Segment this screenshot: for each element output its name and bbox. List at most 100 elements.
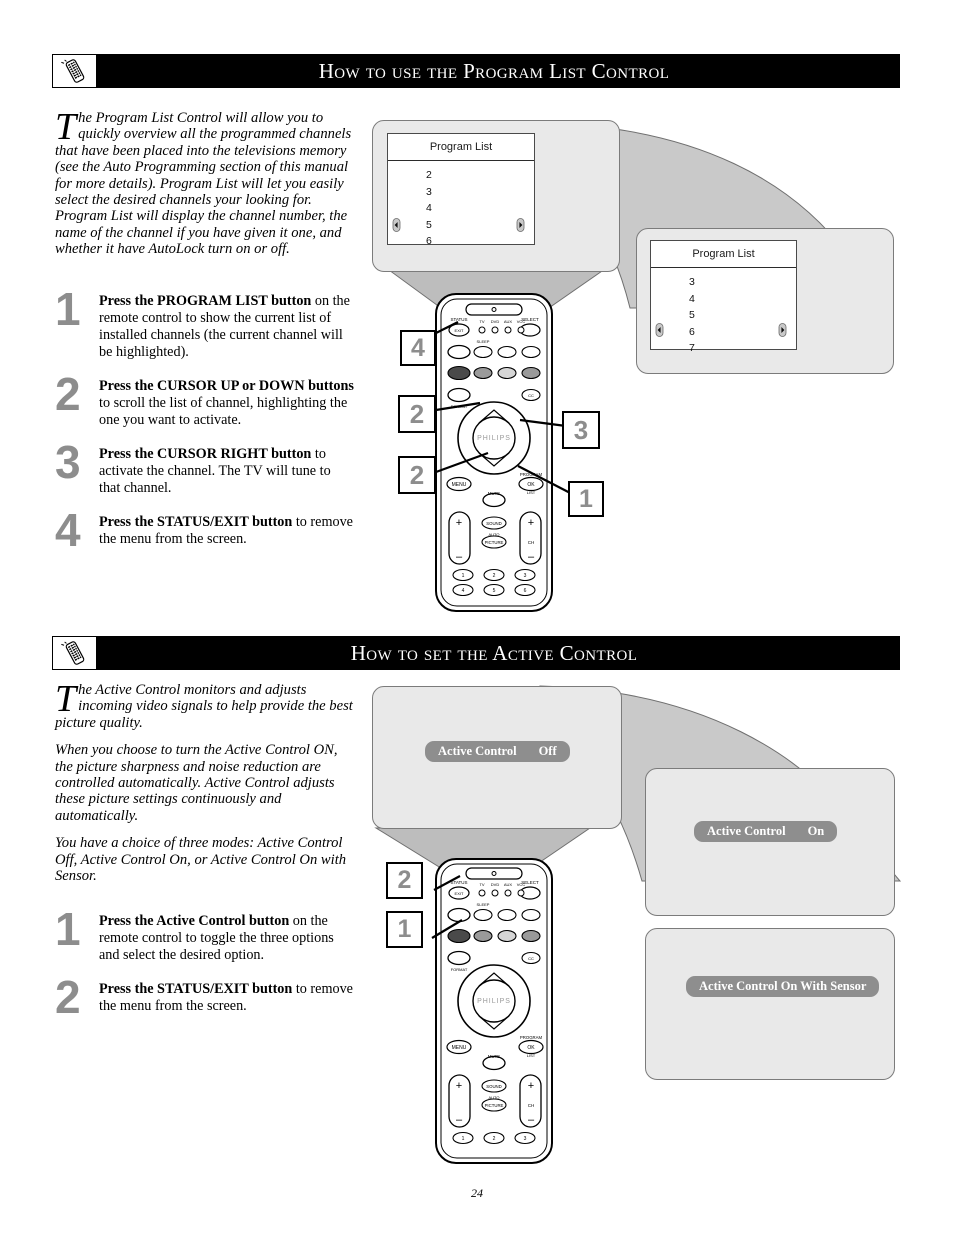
step-bold: Press the CURSOR UP or DOWN buttons [99,377,354,394]
osd-active-control-on: Active Control On [694,821,838,842]
step-bold: Press the STATUS/EXIT button [99,513,293,530]
channel-item: 3 [426,185,432,198]
osd-label: Active Control [707,824,786,838]
step-text: Press the Active Control button on the r… [99,913,355,964]
svg-text:–: – [528,1114,535,1126]
svg-text:PICTURE: PICTURE [485,1103,504,1108]
svg-text:MENU: MENU [452,1045,467,1051]
svg-text:OK: OK [527,1045,535,1051]
svg-text:LIST: LIST [527,1053,536,1058]
remote-keypad-lower-1 [432,605,556,625]
step-item: 1 Press the PROGRAM LIST button on the r… [55,286,355,361]
step-number: 2 [55,971,81,1024]
screen-title: Program List [651,241,796,268]
callout-2-down: 2 [398,456,436,494]
section-header-active-control: How to set the Active Control [52,636,900,670]
svg-text:4: 4 [462,588,465,594]
step-number: 1 [55,903,81,956]
step-item: 3 Press the CURSOR RIGHT button to activ… [55,439,355,497]
step-item: 2 Press the CURSOR UP or DOWN buttons to… [55,371,355,429]
body-paragraph: You have a choice of three modes: Active… [55,835,347,885]
step-item: 2 Press the STATUS/EXIT button to remove… [55,974,355,1023]
step-number: 3 [55,435,81,488]
svg-text:+: + [456,1080,462,1092]
step-text: Press the PROGRAM LIST button on the rem… [99,293,355,361]
drop-cap: T [55,106,77,148]
svg-text:CH: CH [528,1103,535,1108]
program-list-screen-2: Program List 3 4 5 6 7 [650,240,797,354]
callout-1-section2: 1 [386,911,423,948]
step-number: 4 [55,503,81,556]
channel-item: 7 [689,342,695,354]
cursor-left-icon [392,218,401,232]
svg-text:–: – [456,551,463,563]
svg-text:AUTO: AUTO [488,1095,499,1100]
step-item: 4 Press the STATUS/EXIT button to remove… [55,507,355,556]
program-list-screen-1: Program List 2 3 4 5 6 [387,133,535,247]
intro-text: he Program List Control will allow you t… [55,110,352,258]
step-number: 1 [55,282,81,335]
active-control-panel-off: Active Control Off [372,686,622,829]
active-control-panel-sensor: Active Control On With Sensor [645,928,895,1080]
section-header-program-list: How to use the Program List Control [52,54,900,88]
svg-text:3: 3 [524,1136,527,1142]
step-bold: Press the PROGRAM LIST button [99,292,312,309]
svg-text:1: 1 [462,573,465,579]
cursor-left-icon [655,323,664,337]
channel-item: 4 [689,292,695,305]
channel-item: 2 [426,169,432,181]
step-text: Press the CURSOR UP or DOWN buttons to s… [99,378,355,429]
channel-item: 4 [426,202,432,214]
svg-text:PROGRAM: PROGRAM [520,1035,543,1040]
step-bold: Press the STATUS/EXIT button [99,981,293,998]
osd-label: Active Control On With Sensor [699,979,867,993]
svg-text:PHILIPS: PHILIPS [477,998,511,1005]
step-text: Press the STATUS/EXIT button to remove t… [99,514,355,548]
callout-2-up: 2 [398,395,436,433]
channel-list: 2 3 4 5 6 [388,161,534,252]
channel-list: 3 4 5 6 7 [651,268,796,359]
step-bold: Press the Active Control button [99,913,290,930]
intro-paragraph: The Program List Control will allow you … [55,106,355,258]
svg-text:PICTURE: PICTURE [485,540,504,545]
svg-text:6: 6 [524,588,527,594]
svg-text:2: 2 [493,1136,496,1142]
cursor-right-icon [516,218,525,232]
callout-2-section2: 2 [386,862,423,899]
svg-text:+: + [528,1080,534,1092]
svg-text:1: 1 [462,1136,465,1142]
step-text: Press the STATUS/EXIT button to remove t… [99,981,355,1015]
section-title: How to use the Program List Control [318,58,670,83]
svg-text:SOUND: SOUND [486,1084,502,1089]
svg-text:–: – [528,551,535,563]
osd-active-control-off: Active Control Off [425,741,570,762]
intro-paragraph: The Active Control monitors and adjusts … [55,678,355,731]
osd-active-control-sensor: Active Control On With Sensor [686,976,880,997]
channel-item: 3 [689,276,695,288]
body-paragraph: When you choose to turn the Active Contr… [55,742,338,824]
callout-4: 4 [400,330,436,366]
intro-text: he Active Control monitors and adjusts i… [55,682,353,731]
step-rest: to scroll the list of channel, highlight… [99,394,348,428]
section1-text-column: The Program List Control will allow you … [55,106,355,556]
step-number: 2 [55,367,81,420]
step-bold: Press the CURSOR RIGHT button [99,445,312,462]
svg-text:–: – [456,1114,463,1126]
svg-text:CH: CH [528,540,535,545]
manual-page: How to use the Program List Control The … [0,0,954,1235]
cursor-right-icon [778,323,787,337]
callout-3: 3 [562,411,600,449]
tv-panel-1: Program List 2 3 4 5 6 [372,120,620,272]
svg-text:AUTO: AUTO [488,532,499,537]
callout-1: 1 [568,481,604,517]
active-control-panel-on: Active Control On [645,768,895,916]
page-number: 24 [471,1186,483,1200]
svg-text:5: 5 [493,588,496,594]
screen-title: Program List [388,134,534,161]
section2-text-column: The Active Control monitors and adjusts … [55,678,355,1023]
osd-value: Off [538,744,557,758]
osd-value: On [807,824,825,838]
svg-text:MUTE: MUTE [488,1054,500,1059]
svg-text:2: 2 [493,573,496,579]
drop-cap: T [55,678,77,720]
